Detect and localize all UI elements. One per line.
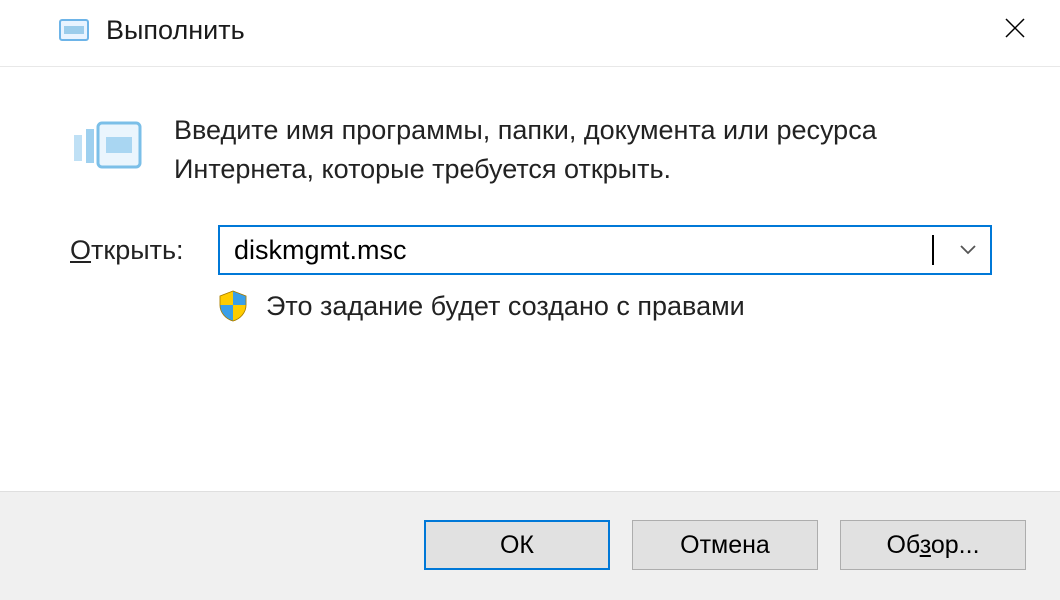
open-label: Открыть: — [68, 235, 198, 266]
close-button[interactable] — [996, 15, 1034, 45]
dialog-title: Выполнить — [106, 15, 245, 46]
browse-post: ор... — [931, 531, 980, 559]
run-title-icon — [56, 12, 92, 48]
ok-button[interactable]: ОК — [424, 520, 610, 570]
open-combobox[interactable] — [218, 225, 992, 275]
browse-pre: Об — [886, 531, 919, 559]
browse-button[interactable]: Обзор... — [840, 520, 1026, 570]
browse-accel: з — [920, 531, 931, 559]
titlebar: Выполнить — [0, 0, 1060, 67]
dialog-content: Введите имя программы, папки, документа … — [0, 67, 1060, 491]
open-label-post: ткрыть: — [91, 235, 184, 265]
shield-icon — [216, 289, 250, 323]
admin-row: Это задание будет создано с правами — [68, 289, 992, 323]
run-dialog: Выполнить Введите имя програм — [0, 0, 1060, 600]
chevron-down-icon[interactable] — [946, 245, 990, 255]
input-row: Открыть: — [68, 225, 992, 275]
button-bar: ОК Отмена Обзор... — [0, 491, 1060, 600]
run-icon — [68, 107, 146, 177]
open-label-accel: О — [70, 235, 91, 265]
prompt-text: Введите имя программы, папки, документа … — [174, 107, 992, 189]
cancel-button[interactable]: Отмена — [632, 520, 818, 570]
titlebar-left: Выполнить — [56, 12, 245, 48]
prompt-row: Введите имя программы, папки, документа … — [68, 107, 992, 189]
open-input[interactable] — [220, 231, 946, 270]
admin-note-text: Это задание будет создано с правами — [266, 291, 745, 322]
